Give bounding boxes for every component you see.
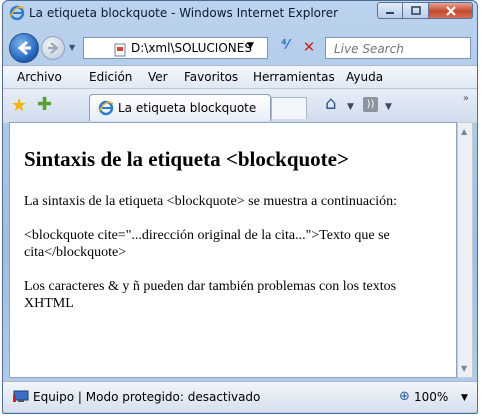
browser-window: La etiqueta blockquote - Windows Interne… <box>2 0 478 414</box>
vertical-scrollbar[interactable]: ▲ ▼ <box>457 122 473 378</box>
zoom-level[interactable]: 100% <box>414 390 448 404</box>
window-title: La etiqueta blockquote - Windows Interne… <box>29 6 339 20</box>
menu-ver[interactable]: Ver <box>148 70 168 84</box>
menu-ayuda[interactable]: Ayuda <box>346 70 383 84</box>
menu-favoritos[interactable]: Favoritos <box>184 70 238 84</box>
address-text[interactable]: D:\xml\SOLUCIONES <box>131 41 281 55</box>
forward-button[interactable] <box>41 36 65 60</box>
zoom-dropdown-icon[interactable]: ▼ <box>461 393 468 403</box>
back-button[interactable] <box>9 33 39 63</box>
paragraph-syntax: <blockquote cite="...dirección original … <box>24 228 390 260</box>
navigation-bar: ▼ D:\xml\SOLUCIONES ▼ ⁴⁄ ✕ <box>3 27 477 65</box>
window-controls <box>377 2 473 20</box>
title-bar: La etiqueta blockquote - Windows Interne… <box>3 1 477 27</box>
page-content: Sintaxis de la etiqueta <blockquote> La … <box>9 122 457 378</box>
forward-arrow-icon <box>48 42 59 54</box>
page-icon <box>114 43 126 57</box>
home-dropdown-icon[interactable]: ▼ <box>347 102 354 112</box>
ie-logo-icon <box>9 5 25 21</box>
maximize-icon <box>410 6 421 15</box>
close-icon <box>445 5 456 16</box>
menu-edicion[interactable]: Edición <box>89 70 132 84</box>
add-favorite-icon[interactable]: ✚ <box>37 94 52 115</box>
zoom-icon[interactable]: ⊕ <box>399 389 410 404</box>
document: Sintaxis de la etiqueta <blockquote> La … <box>10 147 456 312</box>
menu-bar: Archivo Edición Ver Favoritos Herramient… <box>3 65 477 88</box>
scroll-down-icon[interactable]: ▼ <box>461 364 467 373</box>
computer-icon <box>13 390 29 402</box>
address-dropdown-icon[interactable]: ▼ <box>247 41 254 51</box>
chevron-more-icon[interactable]: » <box>463 93 469 104</box>
ie-logo-icon <box>98 100 114 116</box>
favorites-star-icon[interactable]: ★ <box>11 95 27 116</box>
feeds-dropdown-icon[interactable]: ▼ <box>385 102 392 112</box>
minimize-icon <box>386 11 394 14</box>
new-tab-button[interactable] <box>271 97 307 119</box>
status-bar: Equipo | Modo protegido: desactivado ⊕ 1… <box>3 381 477 412</box>
paragraph-intro: La sintaxis de la etiqueta <blockquote> … <box>24 194 398 209</box>
feeds-icon[interactable]: )) <box>363 97 378 112</box>
paragraph-characters: Los caracteres & y ñ pueden dar también … <box>24 279 397 311</box>
tab-bar: ★ ✚ La etiqueta blockquote ⌂ ▼ )) ▼ » <box>3 88 477 123</box>
stop-icon[interactable]: ✕ <box>299 38 319 58</box>
history-dropdown-icon[interactable]: ▼ <box>69 43 75 52</box>
menu-archivo[interactable]: Archivo <box>17 70 62 84</box>
status-text: Equipo | Modo protegido: desactivado <box>33 390 261 404</box>
page-heading: Sintaxis de la etiqueta <blockquote> <box>24 147 349 171</box>
search-field[interactable] <box>325 37 471 59</box>
maximize-button[interactable] <box>403 2 429 19</box>
minimize-button[interactable] <box>377 2 403 19</box>
tab-label: La etiqueta blockquote <box>118 101 257 115</box>
home-icon[interactable]: ⌂ <box>325 93 336 114</box>
close-button[interactable] <box>429 2 473 19</box>
back-arrow-icon <box>17 40 31 56</box>
tab-blockquote[interactable]: La etiqueta blockquote <box>89 94 271 121</box>
scroll-up-icon[interactable]: ▲ <box>461 127 467 136</box>
refresh-icon[interactable]: ⁴⁄ <box>273 38 297 58</box>
menu-herramientas[interactable]: Herramientas <box>253 70 335 84</box>
search-input[interactable] <box>332 41 466 57</box>
